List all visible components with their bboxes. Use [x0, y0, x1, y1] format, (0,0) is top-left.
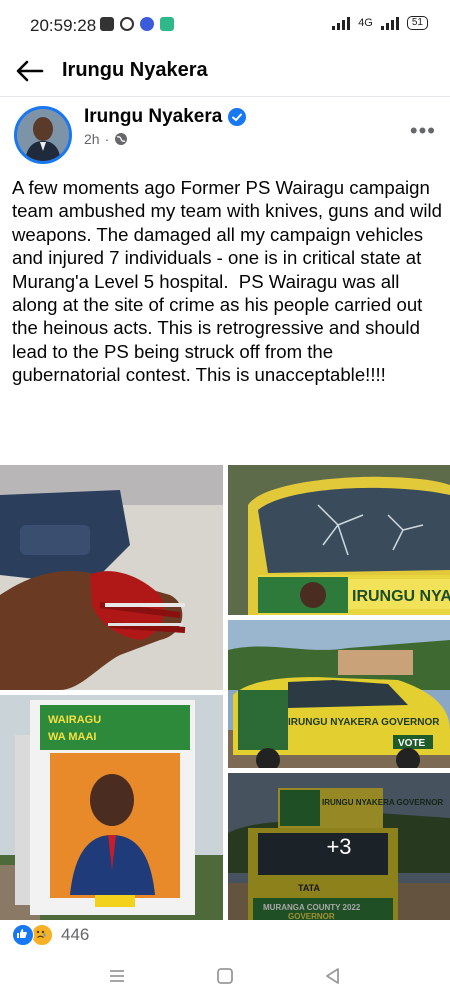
post-author[interactable]: Irungu Nyakera — [84, 106, 247, 128]
chat-notification-icon — [160, 17, 174, 31]
system-nav-bar — [0, 955, 450, 1000]
app-notification-icon-2 — [140, 17, 154, 31]
network-type: 4G — [358, 17, 373, 29]
more-photos-count: +3 — [326, 833, 352, 859]
reactions-summary[interactable]: 446 — [12, 924, 89, 946]
status-time: 20:59:28 — [30, 16, 97, 35]
separator-dot: · — [104, 131, 110, 147]
photo-grid: IRUNGU NYA IRUNGU NYAKERA GOVERNOR VOTE — [0, 465, 450, 920]
photo-campaign-truck[interactable]: IRUNGU NYAKERA GOVERNOR TATA MURANGA COU… — [228, 773, 450, 920]
app-notification-icon — [100, 17, 114, 31]
more-options-icon[interactable]: ••• — [410, 118, 436, 144]
home-square-icon[interactable] — [214, 965, 236, 987]
globe-icon — [115, 133, 128, 145]
page-header: Irungu Nyakera — [0, 48, 450, 97]
post-text: A few moments ago Former PS Wairagu camp… — [12, 177, 448, 386]
like-reaction-icon — [12, 924, 34, 946]
more-photos-overlay[interactable]: +3 — [228, 773, 450, 920]
status-right: 4G 51 — [332, 16, 428, 30]
photo3-door-text: IRUNGU NYAKERA GOVERNOR — [288, 717, 440, 728]
notification-icons — [100, 17, 174, 31]
reaction-count: 446 — [61, 925, 90, 944]
signal-icon-2 — [380, 16, 399, 30]
author-name[interactable]: Irungu Nyakera — [84, 106, 222, 128]
photo-wairagu-van[interactable]: WAIRAGU WA MAAI — [0, 695, 223, 920]
photo-injured-hand[interactable] — [0, 465, 223, 690]
photo-campaign-car[interactable]: IRUNGU NYAKERA GOVERNOR VOTE — [228, 620, 450, 768]
photo-damaged-windscreen[interactable]: IRUNGU NYA — [228, 465, 450, 615]
sad-reaction-icon — [31, 924, 53, 946]
photo4-slogan-text: WA MAAI — [48, 731, 96, 743]
photo4-top-text: WAIRAGU — [48, 714, 101, 726]
verified-badge-icon — [228, 108, 247, 126]
post-time[interactable]: 2h — [84, 131, 100, 147]
arrow-left-icon[interactable] — [14, 58, 44, 84]
page-title: Irungu Nyakera — [62, 59, 208, 81]
signal-icon — [332, 16, 351, 30]
photo3-vote-text: VOTE — [398, 738, 426, 749]
photo2-banner-text: IRUNGU NYA — [352, 588, 450, 605]
back-triangle-icon[interactable] — [322, 965, 344, 987]
battery-icon: 51 — [406, 16, 428, 30]
menu-icon[interactable] — [106, 965, 128, 987]
status-bar: 20:59:28 4G 51 — [0, 0, 450, 48]
avatar[interactable] — [14, 106, 72, 164]
post-meta: 2h · — [84, 131, 128, 147]
facebook-notification-icon — [120, 17, 134, 31]
